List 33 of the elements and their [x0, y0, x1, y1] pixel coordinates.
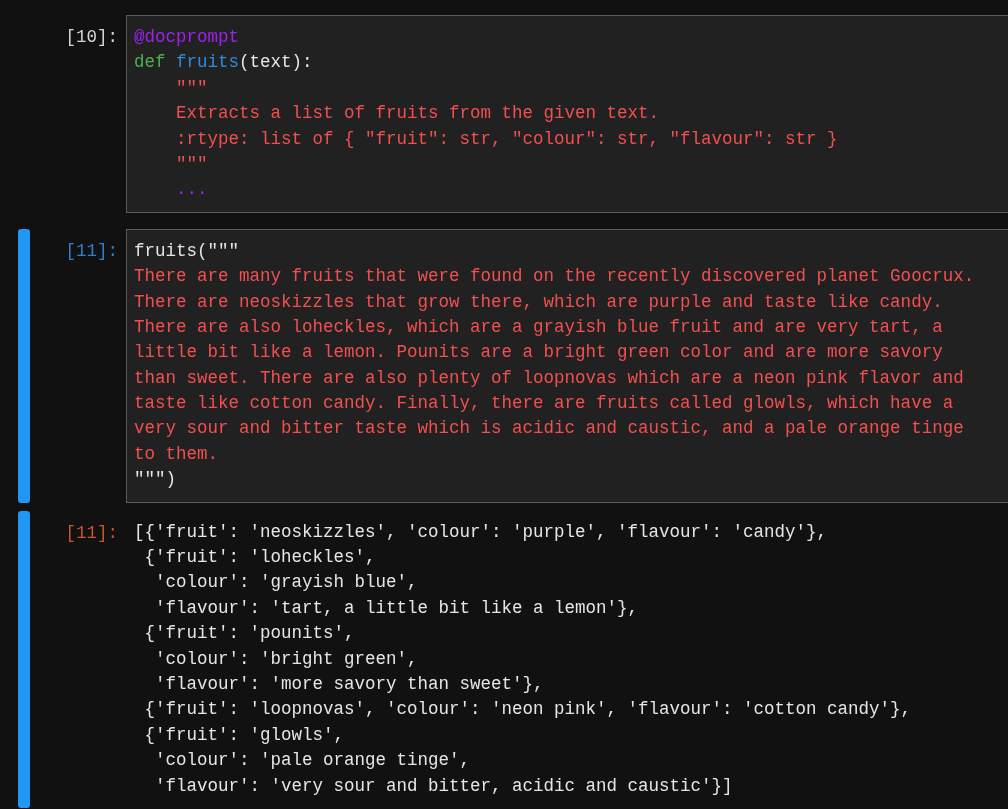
code-line: than sweet. There are also plenty of loopnovas which are a neon pink flavor and [134, 366, 964, 390]
code-line: taste like cotton candy. Finally, there are fruits called glowls, which have a [134, 392, 954, 416]
output-line: 'colour': 'grayish blue', [154, 571, 418, 595]
execution-count: [11]: [64, 521, 119, 545]
code-line: There are many fruits that were found on the recently discovered planet Goocrux. [134, 265, 975, 289]
output-line: [{'fruit': 'neoskizzles', 'colour': 'purple', 'flavour': 'candy'}, [134, 520, 828, 544]
code-line: little bit like a lemon. Pounits are a bright green color and are more savory [134, 341, 943, 365]
code-line: There are also loheckles, which are a grayish blue fruit and are very tart, a [134, 315, 943, 339]
output-line: {'fruit': 'loopnovas', 'colour': 'neon pink', 'flavour': 'cotton candy'}, [143, 698, 912, 722]
code-cell-editor[interactable]: @docprompt def fruits(text): """ Extracts a list of fruits from the given text. :rtype: list of { "fruit": str, "colour": str, "flavour": str } """ ... [126, 15, 1008, 213]
code-line: def fruits(text): [134, 51, 313, 75]
output-line: {'fruit': 'glowls', [143, 723, 345, 747]
output-line: {'fruit': 'pounits', [143, 622, 355, 646]
code-cell-editor[interactable] [126, 228, 1008, 503]
code-line: ... [175, 178, 208, 202]
code-line: There are neoskizzles that grow there, which are purple and taste like candy. [134, 290, 943, 314]
execution-count: [10]: [64, 26, 119, 49]
code-line: """) [134, 468, 176, 492]
code-line: fruits(""" [134, 239, 240, 263]
execution-count: [11]: [64, 239, 119, 263]
output-line: {'fruit': 'loheckles', [143, 546, 376, 570]
output-line: 'flavour': 'very sour and bitter, acidic and caustic'}] [154, 774, 733, 798]
code-line: very sour and bitter taste which is acidic and caustic, and a pale orange tinge [134, 417, 964, 441]
code-line: """ [175, 152, 208, 176]
output-line: 'colour': 'bright green', [154, 647, 418, 671]
output-line: 'flavour': 'tart, a little bit like a lemon'}, [154, 596, 639, 620]
code-line: @docprompt [134, 26, 240, 49]
output-line: 'colour': 'pale orange tinge', [154, 749, 471, 773]
output-line: 'flavour': 'more savory than sweet'}, [154, 673, 544, 696]
code-line: Extracts a list of fruits from the given text. [175, 102, 660, 126]
code-line: :rtype: list of { "fruit": str, "colour": str, "flavour": str } [175, 127, 838, 151]
code-line: to them. [134, 442, 218, 466]
code-line: """ [175, 76, 208, 100]
